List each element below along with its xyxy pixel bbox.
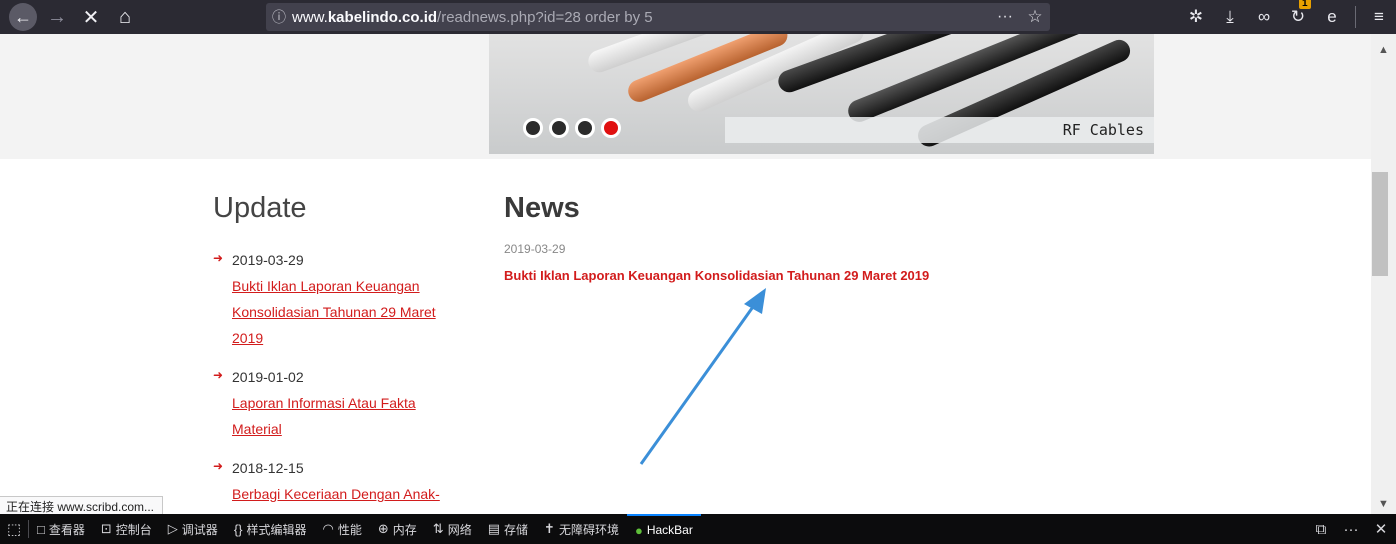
scroll-down-icon[interactable]: ▼	[1371, 498, 1396, 510]
url-text[interactable]: www.kabelindo.co.id/readnews.php?id=28 o…	[292, 9, 990, 26]
news-headline-link[interactable]: Bukti Iklan Laporan Keuangan Konsolidasi…	[504, 268, 929, 283]
close-icon[interactable]: ✕	[1366, 520, 1396, 538]
news-date: 2019-03-29	[504, 242, 566, 256]
sync-icon[interactable]: ↻ 1	[1281, 0, 1315, 27]
toolbar-separator	[1355, 6, 1356, 28]
tab-label: 控制台	[115, 522, 152, 537]
back-button[interactable]: ←	[6, 0, 40, 34]
list-item: ➜ 2018-12-15 Berbagi Keceriaan Dengan An…	[213, 458, 453, 514]
style-editor-icon: {}	[233, 521, 243, 537]
update-link[interactable]: Laporan Informasi Atau Fakta Material	[232, 395, 416, 437]
element-picker-icon[interactable]: ⬚	[0, 520, 28, 538]
update-date: 2019-01-02	[232, 369, 304, 385]
tab-label: 查看器	[48, 522, 85, 537]
annotation-arrow-line	[639, 303, 757, 465]
banner-slider[interactable]: RF Cables	[489, 34, 1154, 154]
console-icon: ⊡	[100, 521, 112, 536]
annotation-arrow-head	[744, 288, 766, 314]
banner-caption: RF Cables	[725, 117, 1154, 143]
url-path: /readnews.php?id=28 order by 5	[437, 8, 653, 26]
list-item: ➜ 2019-01-02 Laporan Informasi Atau Fakt…	[213, 367, 453, 442]
url-prefix: www.	[292, 8, 328, 26]
vertical-scrollbar[interactable]: ▲ ▼	[1371, 34, 1396, 514]
list-item: ➜ 2019-03-29 Bukti Iklan Laporan Keuanga…	[213, 250, 453, 351]
tab-label: 内存	[392, 522, 417, 537]
tab-debugger[interactable]: ▷ 调试器	[160, 514, 226, 544]
edge-icon[interactable]: e	[1315, 7, 1349, 27]
tab-accessibility[interactable]: ✝ 无障碍环境	[536, 514, 627, 544]
tab-performance[interactable]: ◠ 性能	[315, 514, 370, 544]
update-date: 2019-03-29	[232, 252, 304, 268]
devtools-tabbar: ⬚ □ 查看器 ⊡ 控制台 ▷ 调试器 {} 样式编辑器 ◠ 性能 ⊕ 内存 ⇅ 网络 ▤ 存储…	[0, 514, 1396, 544]
forward-button[interactable]: →	[40, 0, 74, 34]
notification-badge: 1	[1299, 0, 1311, 9]
page-content: RF Cables Update ➜ 2019-03-29 Bukti Ikla…	[0, 34, 1371, 514]
devtools-more-icon[interactable]: ···	[1336, 521, 1366, 538]
tab-network[interactable]: ⇅ 网络	[425, 514, 480, 544]
tab-style-editor[interactable]: {} 样式编辑器	[226, 514, 315, 544]
memory-icon: ⊕	[377, 521, 389, 536]
infinity-icon[interactable]: ∞	[1247, 7, 1281, 27]
performance-icon: ◠	[322, 521, 334, 536]
tab-label: 无障碍环境	[558, 522, 619, 537]
debugger-icon: ▷	[167, 521, 178, 536]
arrow-icon: ➜	[213, 459, 224, 473]
home-icon: ⌂	[118, 5, 132, 28]
more-icon[interactable]: ···	[990, 8, 1020, 26]
arrow-icon: ➜	[213, 251, 224, 265]
news-heading: News	[504, 192, 580, 224]
network-icon: ⇅	[432, 521, 444, 536]
menu-icon[interactable]: ≡	[1362, 7, 1396, 27]
update-date: 2018-12-15	[232, 460, 304, 476]
tab-label: 网络	[447, 522, 472, 537]
arrow-icon: ➜	[213, 368, 224, 382]
scroll-thumb[interactable]	[1372, 172, 1388, 276]
status-bubble: 正在连接 www.scribd.com...	[0, 496, 164, 514]
slider-dot-active[interactable]	[601, 118, 621, 138]
tab-label: 样式编辑器	[246, 522, 307, 537]
scroll-up-icon[interactable]: ▲	[1371, 44, 1396, 56]
tab-memory[interactable]: ⊕ 内存	[370, 514, 425, 544]
slider-dot[interactable]	[549, 118, 569, 138]
hackbar-icon: ●	[634, 522, 643, 538]
tab-label: 性能	[337, 522, 362, 537]
slider-dot[interactable]	[575, 118, 595, 138]
update-heading: Update	[213, 192, 307, 224]
extension-icon[interactable]: ✲	[1179, 7, 1213, 27]
tab-storage[interactable]: ▤ 存储	[480, 514, 536, 544]
back-icon: ←	[9, 3, 37, 31]
update-link[interactable]: Bukti Iklan Laporan Keuangan Konsolidasi…	[232, 278, 436, 346]
tab-label: HackBar	[646, 523, 693, 537]
download-icon[interactable]: ⤓	[1213, 7, 1247, 27]
storage-icon: ▤	[487, 521, 501, 536]
update-link[interactable]: Berbagi Keceriaan Dengan Anak-anak di Pa…	[232, 486, 440, 514]
url-host: kabelindo.co.id	[327, 8, 438, 26]
forward-icon: →	[47, 5, 67, 28]
tab-inspector[interactable]: □ 查看器	[29, 514, 93, 544]
url-bar[interactable]: ⓘ www.kabelindo.co.id/readnews.php?id=28…	[266, 3, 1050, 31]
bookmark-star-icon[interactable]: ☆	[1020, 7, 1050, 27]
update-list: ➜ 2019-03-29 Bukti Iklan Laporan Keuanga…	[213, 250, 453, 514]
accessibility-icon: ✝	[544, 521, 555, 536]
tab-label: 存储	[504, 522, 529, 537]
tab-label: 调试器	[181, 522, 218, 537]
info-icon[interactable]: ⓘ	[266, 7, 292, 27]
slider-dot[interactable]	[523, 118, 543, 138]
tab-console[interactable]: ⊡ 控制台	[93, 514, 160, 544]
dock-icon[interactable]: ⧉	[1306, 521, 1336, 538]
slider-dots	[523, 118, 621, 138]
stop-button[interactable]: ✕	[74, 0, 108, 34]
stop-icon: ✕	[82, 6, 100, 29]
inspector-icon: □	[37, 521, 45, 537]
browser-toolbar: ← → ✕ ⌂ ⓘ www.kabelindo.co.id/readnews.p…	[0, 0, 1396, 34]
home-button[interactable]: ⌂	[108, 0, 142, 34]
tab-hackbar[interactable]: ● HackBar	[626, 514, 701, 544]
